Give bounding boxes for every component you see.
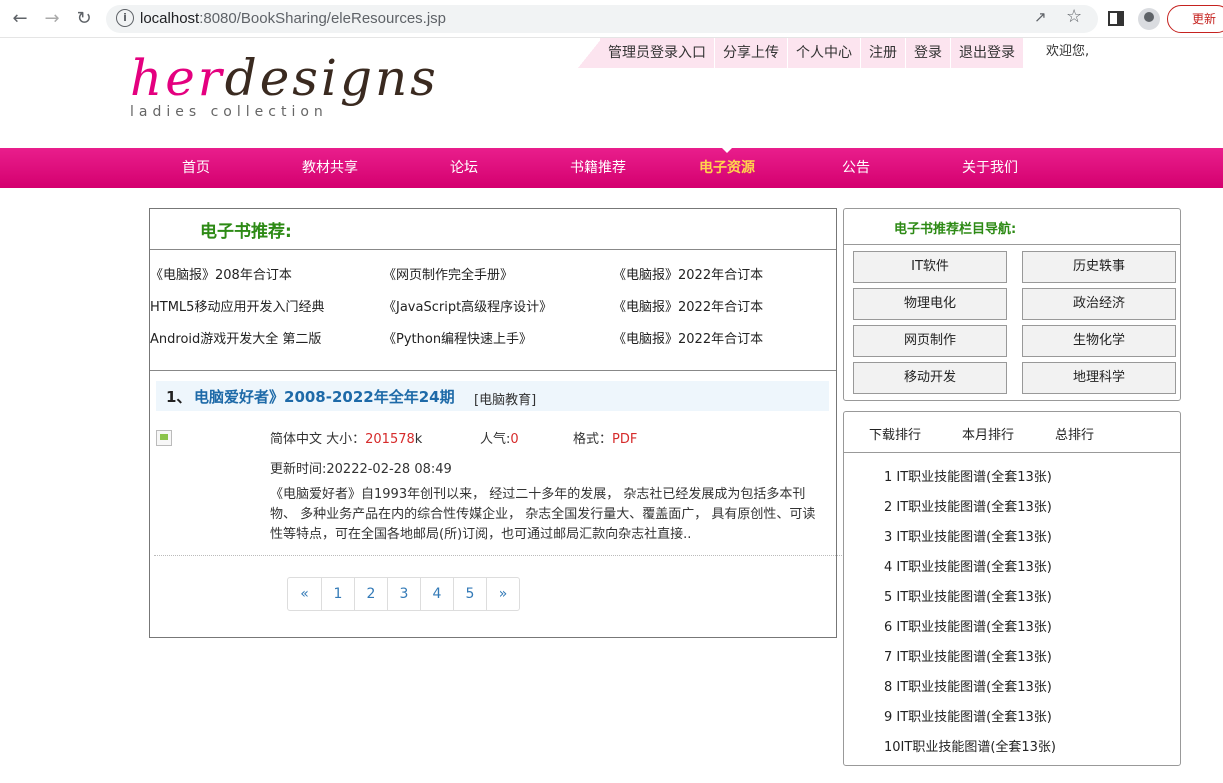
book-title-link[interactable]: 电脑爱好者》2008-2022年全年24期	[194, 386, 455, 407]
nav-announcement[interactable]: 公告	[842, 148, 870, 188]
back-arrow-icon[interactable]: ←	[8, 7, 32, 31]
book-format: 格式：PDF	[573, 432, 638, 447]
nav-book-recommend[interactable]: 书籍推荐	[570, 148, 626, 188]
divider	[150, 370, 836, 371]
divider	[844, 244, 1180, 245]
ranking-item[interactable]: 8 IT职业技能图谱(全套13张)	[884, 676, 1052, 695]
recommend-item[interactable]: 《电脑报》2022年合订本	[613, 264, 763, 283]
book-popularity: 人气:0	[480, 432, 519, 447]
pager-next[interactable]: »	[486, 578, 519, 610]
bookmark-star-icon[interactable]: ☆	[1066, 6, 1082, 27]
book-thumbnail-broken-image-icon[interactable]	[156, 430, 172, 446]
share-icon[interactable]: ↗	[1034, 8, 1047, 26]
logo-designs: designs	[224, 49, 439, 107]
main-nav: 首页 教材共享 论坛 书籍推荐 电子资源 公告 关于我们	[0, 148, 1223, 188]
recommend-item[interactable]: 《电脑报》2022年合订本	[613, 328, 763, 347]
book-description: 《电脑爱好者》自1993年创刊以来， 经过二十多年的发展， 杂志社已经发展成为包…	[270, 487, 816, 542]
active-caret-icon	[722, 148, 732, 153]
category-button-mobile-dev[interactable]: 移动开发	[853, 362, 1007, 394]
ranking-item[interactable]: 2 IT职业技能图谱(全套13张)	[884, 496, 1052, 515]
update-button[interactable]: 更新	[1167, 5, 1223, 33]
pager-page-2[interactable]: 2	[354, 578, 387, 610]
top-links-slant	[578, 38, 602, 68]
category-button-politics[interactable]: 政治经济	[1022, 288, 1176, 320]
reload-icon[interactable]: ↻	[72, 7, 96, 31]
recommend-title: 电子书推荐:	[200, 222, 292, 242]
category-button-web-design[interactable]: 网页制作	[853, 325, 1007, 357]
dotted-divider	[154, 555, 844, 556]
address-bar[interactable]: i localhost:8080/BookSharing/eleResource…	[106, 5, 1098, 33]
pager-page-4[interactable]: 4	[420, 578, 453, 610]
pager-prev[interactable]: «	[288, 578, 321, 610]
recommend-item[interactable]: Android游戏开发大全 第二版	[150, 328, 321, 347]
nav-forum[interactable]: 论坛	[450, 148, 478, 188]
logout-link[interactable]: 退出登录	[951, 38, 1024, 68]
recommend-item[interactable]: 《网页制作完全手册》	[383, 264, 513, 283]
divider	[844, 452, 1180, 453]
book-size: 简体中文 大小：201578k	[270, 432, 423, 447]
nav-textbook-share[interactable]: 教材共享	[302, 148, 358, 188]
ranking-item[interactable]: 1 IT职业技能图谱(全套13张)	[884, 466, 1052, 485]
category-button-biochemistry[interactable]: 生物化学	[1022, 325, 1176, 357]
welcome-text: 欢迎您,	[1046, 44, 1090, 59]
share-upload-link[interactable]: 分享上传	[715, 38, 788, 68]
recommend-item[interactable]: HTML5移动应用开发入门经典	[150, 296, 324, 315]
book-updated: 更新时间:20222-02-28 08:49	[270, 462, 452, 477]
ranking-item[interactable]: 5 IT职业技能图谱(全套13张)	[884, 586, 1052, 605]
ranking-item[interactable]: 10IT职业技能图谱(全套13张)	[884, 736, 1056, 755]
personal-center-link[interactable]: 个人中心	[788, 38, 861, 68]
category-button-geography[interactable]: 地理科学	[1022, 362, 1176, 394]
ranking-item[interactable]: 4 IT职业技能图谱(全套13张)	[884, 556, 1052, 575]
pager-page-3[interactable]: 3	[387, 578, 420, 610]
admin-login-link[interactable]: 管理员登录入口	[600, 38, 715, 68]
pagination: « 1 2 3 4 5 »	[287, 577, 520, 611]
tab-monthly-ranking[interactable]: 本月排行	[962, 424, 1014, 443]
category-nav-panel: 电子书推荐栏目导航: IT软件 历史轶事 物理电化 政治经济 网页制作 生物化学…	[843, 208, 1181, 401]
book-header: 1、 电脑爱好者》2008-2022年全年24期 [电脑教育]	[156, 381, 829, 411]
site-logo[interactable]: herdesigns ladies collection	[130, 48, 439, 120]
category-button-history[interactable]: 历史轶事	[1022, 251, 1176, 283]
category-button-it-software[interactable]: IT软件	[853, 251, 1007, 283]
profile-avatar-icon[interactable]	[1138, 8, 1160, 30]
login-link[interactable]: 登录	[906, 38, 951, 68]
recommend-item[interactable]: 《电脑报》2022年合订本	[613, 296, 763, 315]
recommend-item[interactable]: 《电脑报》208年合订本	[150, 264, 292, 283]
recommend-item[interactable]: 《JavaScript高级程序设计》	[383, 296, 552, 315]
book-category[interactable]: [电脑教育]	[474, 389, 536, 408]
logo-her: her	[130, 49, 225, 107]
side-panel-icon[interactable]	[1108, 11, 1124, 26]
tab-total-ranking[interactable]: 总排行	[1055, 424, 1094, 443]
top-links: 管理员登录入口 分享上传 个人中心 注册 登录 退出登录	[600, 38, 1024, 68]
pager-page-1[interactable]: 1	[321, 578, 354, 610]
ranking-item[interactable]: 9 IT职业技能图谱(全套13张)	[884, 706, 1052, 725]
nav-about-us[interactable]: 关于我们	[962, 148, 1018, 188]
ranking-item[interactable]: 7 IT职业技能图谱(全套13张)	[884, 646, 1052, 665]
recommend-item[interactable]: 《Python编程快速上手》	[383, 328, 532, 347]
nav-e-resources[interactable]: 电子资源	[699, 148, 755, 188]
divider	[150, 249, 836, 250]
forward-arrow-icon[interactable]: →	[40, 7, 64, 31]
ranking-item[interactable]: 3 IT职业技能图谱(全套13张)	[884, 526, 1052, 545]
ebook-panel: 电子书推荐: 《电脑报》208年合订本 《网页制作完全手册》 《电脑报》2022…	[149, 208, 844, 638]
pager-page-5[interactable]: 5	[453, 578, 486, 610]
tab-download-ranking[interactable]: 下载排行	[869, 424, 921, 443]
ranking-item[interactable]: 6 IT职业技能图谱(全套13张)	[884, 616, 1052, 635]
browser-toolbar: ← → ↻ i localhost:8080/BookSharing/eleRe…	[0, 0, 1223, 38]
book-number: 1、	[166, 388, 192, 406]
category-nav-title: 电子书推荐栏目导航:	[894, 222, 1017, 237]
info-icon[interactable]: i	[116, 9, 134, 27]
category-button-physics[interactable]: 物理电化	[853, 288, 1007, 320]
register-link[interactable]: 注册	[861, 38, 906, 68]
nav-home[interactable]: 首页	[182, 148, 210, 188]
url-text[interactable]: localhost:8080/BookSharing/eleResources.…	[140, 10, 446, 27]
ranking-panel: 下载排行 本月排行 总排行 1 IT职业技能图谱(全套13张) 2 IT职业技能…	[843, 411, 1181, 766]
